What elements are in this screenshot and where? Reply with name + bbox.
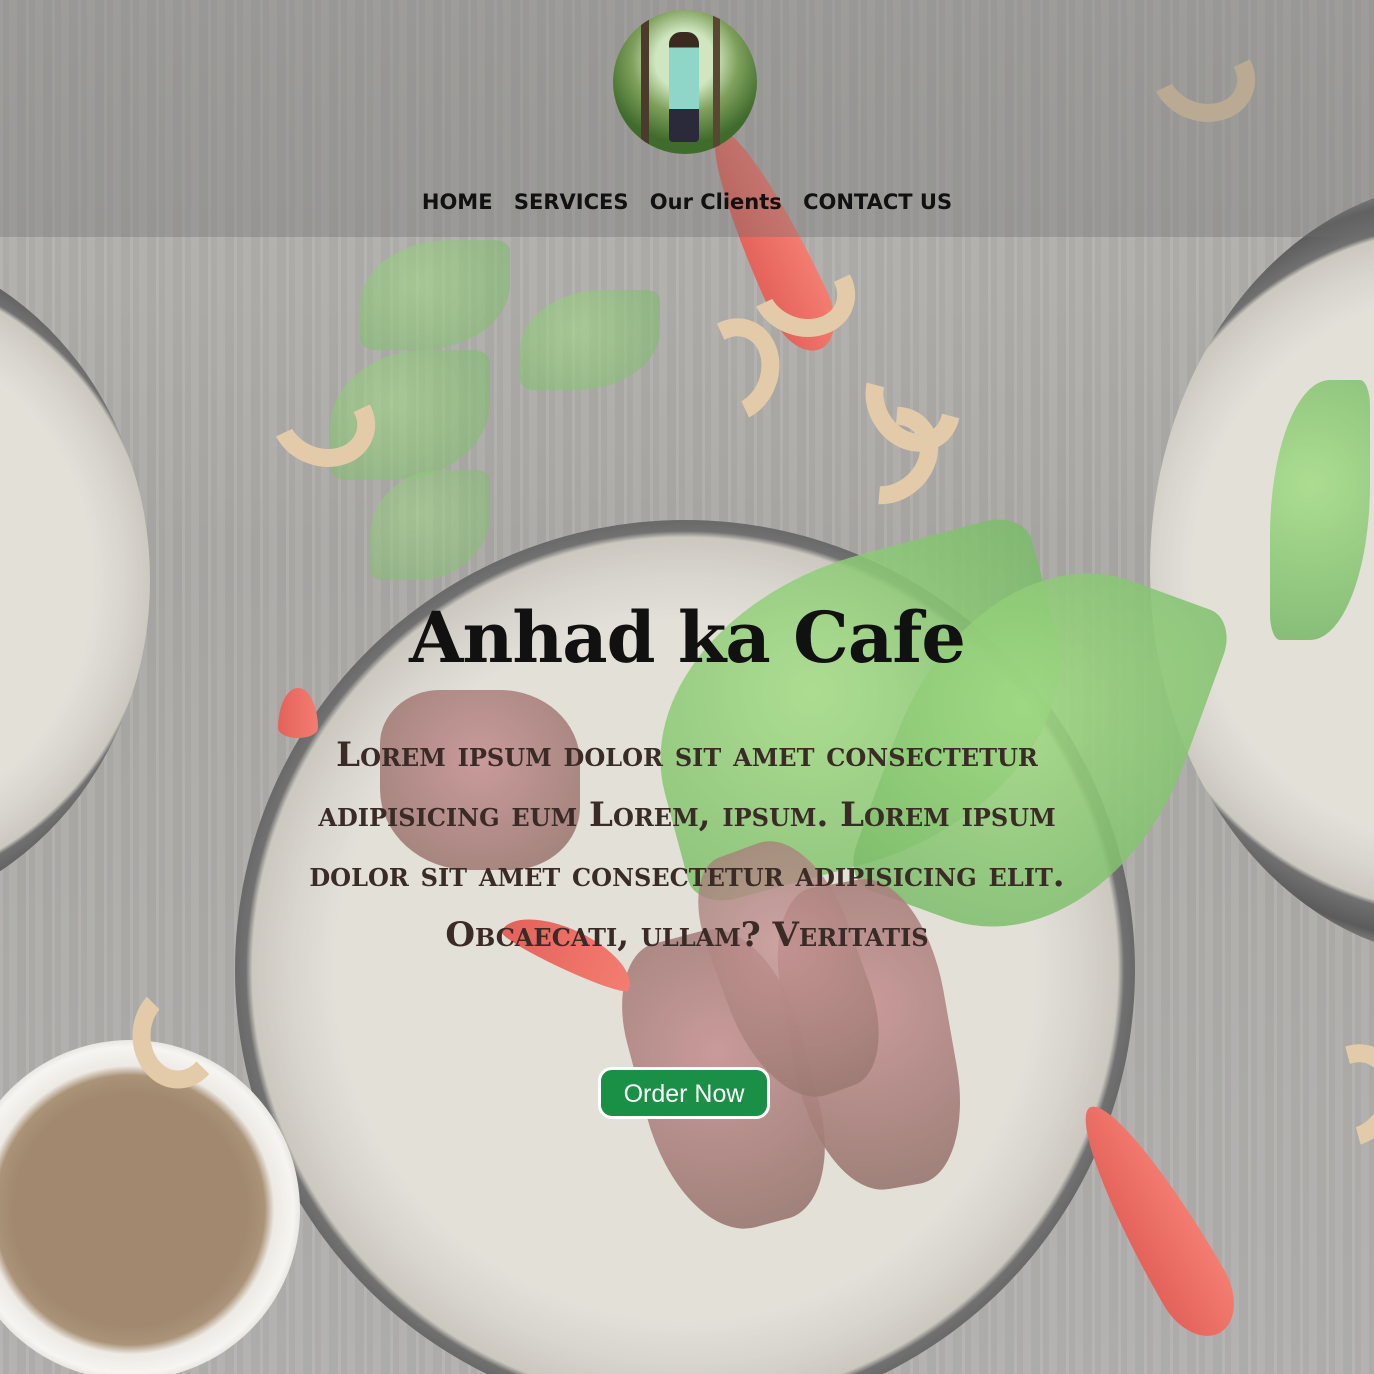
order-now-button[interactable]: Order Now — [598, 1067, 770, 1119]
avatar-tree — [713, 10, 720, 154]
site-header: HOME SERVICES Our Clients CONTACT US — [0, 0, 1374, 237]
nav-services[interactable]: SERVICES — [514, 190, 629, 214]
hero-description: Lorem ipsum dolor sit amet consectetur a… — [309, 735, 1065, 955]
nav-contact-us[interactable]: CONTACT US — [803, 190, 952, 214]
nav-home[interactable]: HOME — [422, 190, 493, 214]
hero-title: Anhad ka Cafe — [409, 596, 966, 679]
nav-our-clients[interactable]: Our Clients — [650, 190, 782, 214]
avatar-person — [669, 32, 699, 142]
main-nav: HOME SERVICES Our Clients CONTACT US — [0, 190, 1374, 214]
avatar[interactable] — [613, 10, 757, 154]
avatar-tree — [641, 10, 649, 154]
